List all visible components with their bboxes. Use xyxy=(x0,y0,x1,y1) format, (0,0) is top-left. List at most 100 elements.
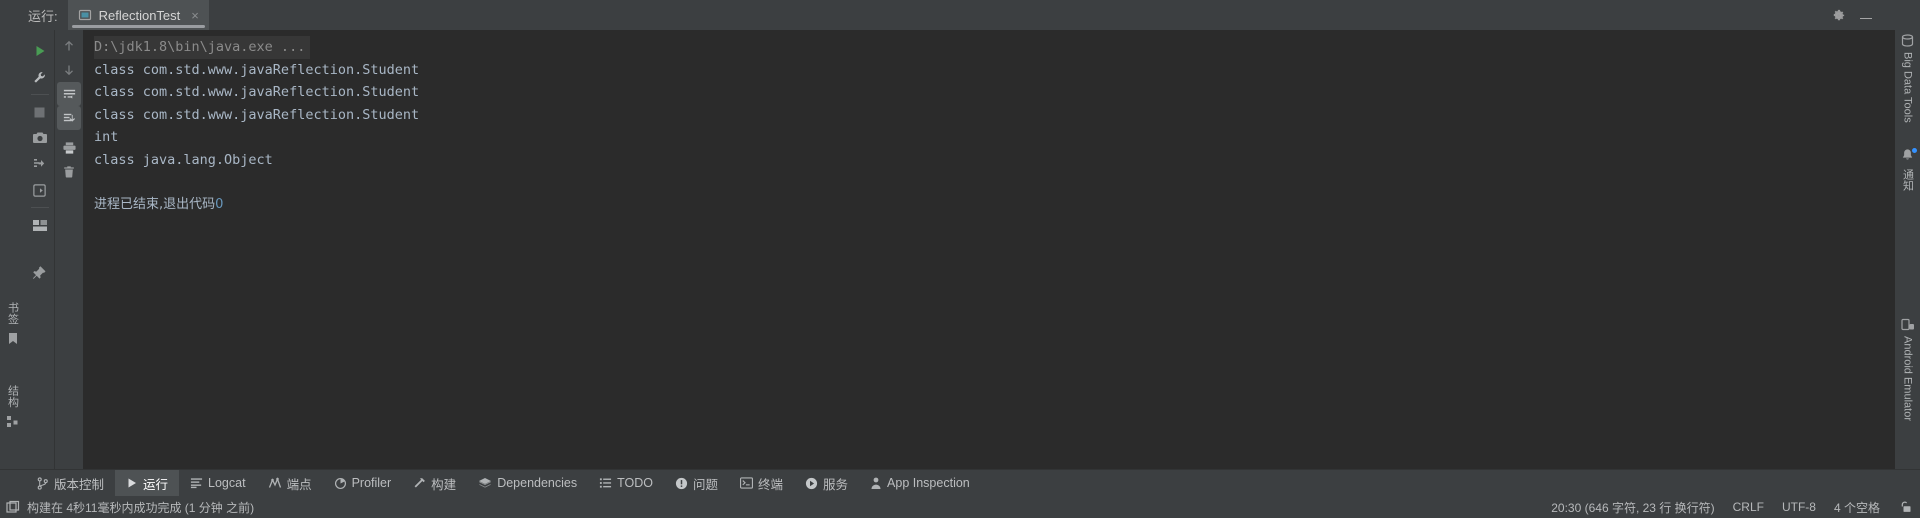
build-status-icon[interactable] xyxy=(6,500,20,514)
console-actions-toolbar xyxy=(55,30,83,469)
tool-window-todo[interactable]: TODO xyxy=(588,470,664,496)
bookmark-icon xyxy=(7,332,19,345)
left-tool-window-stripe: 书签 结构 xyxy=(0,30,25,469)
tool-window-label: 运行 xyxy=(143,477,169,492)
console-exit-message: 进程已结束,退出代码0 xyxy=(83,194,1895,217)
tool-window-label: 服务 xyxy=(823,477,849,492)
tool-window-version-control[interactable]: 版本控制 xyxy=(25,470,115,496)
tab-reflectiontest[interactable]: ReflectionTest × xyxy=(67,0,209,30)
scroll-to-end-button[interactable] xyxy=(57,106,81,130)
tab-active-underline xyxy=(71,25,205,28)
header-actions xyxy=(1831,0,1920,30)
scroll-up-button[interactable] xyxy=(57,34,81,58)
sidebar-item-label: 结构 xyxy=(6,385,19,408)
camera-icon[interactable] xyxy=(27,125,53,151)
tool-window-label: 构建 xyxy=(431,477,457,492)
sidebar-item-android-emulator[interactable]: Android Emulator xyxy=(1895,318,1920,421)
tool-window-services[interactable]: 服务 xyxy=(794,470,859,496)
tab-label: ReflectionTest xyxy=(98,7,181,23)
logcat-icon xyxy=(190,477,203,489)
tool-window-endpoints[interactable]: 端点 xyxy=(257,470,323,496)
sidebar-item-bookmarks[interactable]: 书签 xyxy=(5,302,21,345)
sidebar-item-label: Big Data Tools xyxy=(1901,52,1914,123)
tool-window-label: 问题 xyxy=(693,477,719,492)
tool-window-logcat[interactable]: Logcat xyxy=(179,470,257,496)
bell-icon xyxy=(1900,147,1918,164)
branch-icon xyxy=(36,476,49,490)
printer-icon[interactable] xyxy=(57,136,81,160)
run-tool-window-header: 运行: ReflectionTest × xyxy=(0,0,1920,30)
hammer-icon xyxy=(413,477,426,490)
soft-wrap-button[interactable] xyxy=(57,82,81,106)
run-actions-toolbar xyxy=(25,30,55,469)
run-tool-window-label: 运行: xyxy=(28,8,58,24)
console-line: class java.lang.Object xyxy=(94,151,273,168)
endpoints-icon xyxy=(268,477,282,489)
console-output[interactable]: D:\jdk1.8\bin\java.exe ... class com.std… xyxy=(83,30,1895,469)
warning-icon xyxy=(675,477,688,490)
caret-position[interactable]: 20:30 (646 字符, 23 行 换行符) xyxy=(1551,499,1714,516)
gear-icon[interactable] xyxy=(1831,8,1846,23)
tool-window-run[interactable]: 运行 xyxy=(115,470,180,496)
scroll-down-button[interactable] xyxy=(57,58,81,82)
tool-window-profiler[interactable]: Profiler xyxy=(323,470,403,496)
tool-window-build[interactable]: 构建 xyxy=(402,470,467,496)
tool-window-label: TODO xyxy=(617,476,653,490)
trash-icon[interactable] xyxy=(57,160,81,184)
console-line: class com.std.www.javaReflection.Student xyxy=(94,106,420,123)
tool-window-label: 终端 xyxy=(758,477,784,492)
tool-window-label: App Inspection xyxy=(887,476,970,490)
tool-window-problems[interactable]: 问题 xyxy=(664,470,729,496)
toolbar-separator xyxy=(30,207,49,208)
status-bar: 构建在 4秒11毫秒内成功完成 (1 分钟 之前) 20:30 (646 字符,… xyxy=(0,496,1920,518)
lock-icon[interactable] xyxy=(1898,500,1912,514)
line-separator[interactable]: CRLF xyxy=(1733,500,1764,514)
close-icon[interactable]: × xyxy=(191,8,199,23)
terminal-icon xyxy=(740,477,754,489)
tool-window-label: 版本控制 xyxy=(54,477,105,492)
sidebar-item-label: Android Emulator xyxy=(1901,336,1914,421)
enter-arrow-icon[interactable] xyxy=(27,177,53,203)
bottom-tool-window-bar: 版本控制 运行 Logcat 端点 Profiler 构建 Dependenci… xyxy=(0,469,1920,496)
edit-configurations-button[interactable] xyxy=(27,64,53,90)
console-line: class com.std.www.javaReflection.Student xyxy=(94,61,420,78)
minimize-icon[interactable] xyxy=(1860,6,1872,24)
structure-icon xyxy=(6,415,19,428)
tool-window-label: Logcat xyxy=(208,476,246,490)
play-icon xyxy=(126,477,138,489)
tabstrip: ReflectionTest × xyxy=(67,0,209,30)
layout-icon[interactable] xyxy=(27,212,53,238)
run-tool-window-body: 书签 结构 D:\jdk1.8\bin\java.exe ... class c… xyxy=(0,30,1920,469)
console-command-line: D:\jdk1.8\bin\java.exe ... xyxy=(94,36,311,59)
file-encoding[interactable]: UTF-8 xyxy=(1782,500,1816,514)
tool-window-label: Profiler xyxy=(351,476,392,490)
tool-window-label: 端点 xyxy=(286,477,312,492)
build-status-message[interactable]: 构建在 4秒11毫秒内成功完成 (1 分钟 之前) xyxy=(27,499,254,516)
profiler-icon xyxy=(334,477,347,490)
exit-code: 0 xyxy=(215,196,224,212)
indent-setting[interactable]: 4 个空格 xyxy=(1834,499,1880,516)
stop-button[interactable] xyxy=(27,99,53,125)
services-play-icon xyxy=(805,477,818,490)
sidebar-item-label: 书签 xyxy=(6,302,19,325)
sidebar-item-big-data-tools[interactable]: Big Data Tools xyxy=(1895,34,1920,123)
todo-list-icon xyxy=(599,477,612,489)
ide-window: 运行: ReflectionTest × 书签 结构 D:\jdk1.8\bin… xyxy=(0,0,1920,518)
layers-icon xyxy=(478,477,492,490)
sidebar-item-label: 通知 xyxy=(1901,169,1914,191)
status-bar-right: 20:30 (646 字符, 23 行 换行符) CRLF UTF-8 4 个空… xyxy=(1551,499,1912,516)
sidebar-item-structure[interactable]: 结构 xyxy=(5,385,21,428)
thread-dump-icon[interactable] xyxy=(27,151,53,177)
status-bar-left: 构建在 4秒11毫秒内成功完成 (1 分钟 之前) xyxy=(6,499,254,516)
rerun-button[interactable] xyxy=(27,38,53,64)
tool-window-dependencies[interactable]: Dependencies xyxy=(467,470,588,496)
tool-window-terminal[interactable]: 终端 xyxy=(729,470,794,496)
sidebar-item-notifications[interactable]: 通知 xyxy=(1895,147,1920,191)
tool-window-app-inspection[interactable]: App Inspection xyxy=(859,470,981,496)
exit-message-text: 进程已结束,退出代码 xyxy=(94,196,216,212)
run-configuration-icon xyxy=(78,8,92,22)
pin-icon[interactable] xyxy=(27,260,53,286)
right-tool-window-stripe: Big Data Tools 通知 Android Emulator xyxy=(1895,30,1920,469)
toolbar-separator xyxy=(30,94,49,95)
